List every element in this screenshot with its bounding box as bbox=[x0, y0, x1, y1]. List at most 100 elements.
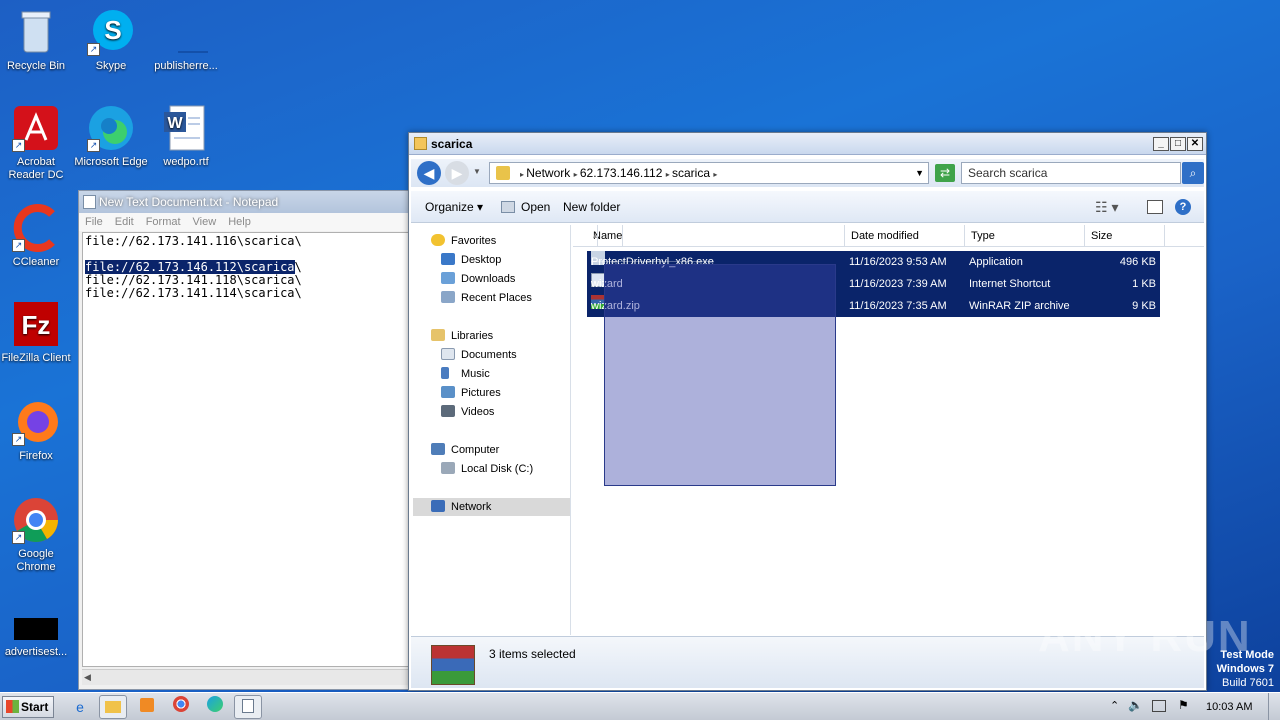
command-bar: Organize ▾ Open New folder ☷ ▾ ? bbox=[411, 191, 1204, 223]
scroll-left-icon[interactable]: ◀ bbox=[84, 672, 91, 683]
nav-documents[interactable]: Documents bbox=[441, 346, 517, 364]
help-icon[interactable]: ? bbox=[1175, 199, 1191, 215]
documents-icon bbox=[441, 348, 455, 360]
taskbar-explorer-icon[interactable] bbox=[99, 695, 127, 719]
winrar-large-icon bbox=[431, 645, 475, 685]
refresh-icon[interactable]: ⇄ bbox=[935, 164, 955, 182]
show-desktop-button[interactable] bbox=[1268, 693, 1280, 720]
notepad-menubar: File Edit Format View Help bbox=[79, 213, 409, 231]
shortcut-arrow-icon: ↗ bbox=[12, 433, 25, 446]
desktop-icon-ccleaner[interactable]: ↗ CCleaner bbox=[0, 204, 74, 269]
desktop-icon-edge[interactable]: ↗ Microsoft Edge bbox=[73, 104, 149, 169]
taskbar-ie-icon[interactable]: e bbox=[66, 695, 94, 719]
filezilla-icon: Fz bbox=[12, 300, 60, 348]
close-button[interactable]: ✕ bbox=[1187, 137, 1203, 151]
edge-icon: ↗ bbox=[87, 104, 135, 152]
pictures-icon bbox=[441, 386, 455, 398]
text-line: file://62.173.141.116\scarica\ bbox=[85, 234, 302, 248]
column-size[interactable]: Size bbox=[1085, 225, 1165, 247]
desktop-icon-firefox[interactable]: ↗ Firefox bbox=[0, 398, 74, 463]
back-button[interactable]: ◀ bbox=[417, 161, 441, 185]
menu-view[interactable]: View bbox=[193, 216, 217, 228]
recent-places-icon bbox=[441, 291, 455, 303]
word-doc-icon: W bbox=[162, 104, 210, 152]
nav-music[interactable]: Music bbox=[441, 365, 490, 383]
nav-network[interactable]: Network bbox=[413, 498, 570, 516]
recycle-bin-icon bbox=[12, 8, 60, 56]
nav-downloads[interactable]: Downloads bbox=[441, 270, 515, 288]
desktop-icon-chrome[interactable]: ↗ Google Chrome bbox=[0, 496, 74, 574]
minimize-button[interactable]: _ bbox=[1153, 137, 1169, 151]
desktop-icon-recycle-bin[interactable]: Recycle Bin bbox=[0, 8, 74, 73]
show-hidden-icons-button[interactable]: ⌃ bbox=[1110, 699, 1119, 712]
nav-libraries[interactable]: Libraries bbox=[431, 327, 493, 345]
explorer-titlebar[interactable]: scarica _ □ ✕ bbox=[409, 133, 1206, 155]
nav-computer[interactable]: Computer bbox=[431, 441, 499, 459]
address-dropdown-icon[interactable]: ▼ bbox=[915, 163, 924, 183]
action-center-flag-icon[interactable]: ⚑ bbox=[1178, 698, 1189, 712]
taskbar-media-player-icon[interactable] bbox=[133, 695, 161, 719]
desktop-icon-wedpo[interactable]: W wedpo.rtf bbox=[148, 104, 224, 169]
explorer-window[interactable]: scarica _ □ ✕ ◀ ▶ ▼ ▸ Network ▸ 62.173.1… bbox=[408, 132, 1207, 691]
nav-videos[interactable]: Videos bbox=[441, 403, 494, 421]
network-tray-icon[interactable] bbox=[1152, 700, 1166, 712]
search-icon[interactable]: ⌕ bbox=[1182, 162, 1204, 184]
breadcrumb-scarica[interactable]: scarica bbox=[672, 166, 710, 180]
menu-edit[interactable]: Edit bbox=[115, 216, 134, 228]
desktop-icon-publisherre[interactable]: publisherre... bbox=[148, 8, 224, 73]
nav-desktop[interactable]: Desktop bbox=[441, 251, 501, 269]
taskbar-chrome-icon[interactable] bbox=[167, 695, 195, 719]
search-input[interactable]: Search scarica ⌕ bbox=[961, 162, 1204, 184]
desktop-icon-acrobat[interactable]: ↗ Acrobat Reader DC bbox=[0, 104, 74, 182]
menu-format[interactable]: Format bbox=[146, 216, 181, 228]
firefox-icon: ↗ bbox=[12, 398, 60, 446]
test-mode-text: Test Mode Windows 7 Build 7601 bbox=[1216, 649, 1274, 689]
horizontal-scrollbar[interactable]: ◀ bbox=[82, 669, 409, 685]
address-bar: ◀ ▶ ▼ ▸ Network ▸ 62.173.146.112 ▸ scari… bbox=[411, 159, 1204, 187]
nav-local-disk[interactable]: Local Disk (C:) bbox=[441, 460, 533, 478]
column-date-modified[interactable]: Date modified bbox=[845, 225, 965, 247]
desktop-icon-skype[interactable]: S ↗ Skype bbox=[73, 8, 149, 73]
desktop-icon-advertisest[interactable]: advertisest... bbox=[0, 616, 74, 659]
maximize-button[interactable]: □ bbox=[1170, 137, 1186, 151]
desktop-icon bbox=[441, 253, 455, 265]
navigation-pane: Favorites Desktop Downloads Recent Place… bbox=[413, 225, 571, 635]
network-icon bbox=[496, 166, 510, 180]
open-button[interactable]: Open bbox=[521, 191, 550, 223]
notepad-window[interactable]: New Text Document.txt - Notepad File Edit… bbox=[78, 190, 410, 690]
shortcut-arrow-icon: ↗ bbox=[87, 139, 100, 152]
shortcut-arrow-icon: ↗ bbox=[12, 239, 25, 252]
desktop-icon-filezilla[interactable]: Fz FileZilla Client bbox=[0, 300, 74, 365]
preview-pane-icon[interactable] bbox=[1147, 200, 1163, 214]
breadcrumb-network[interactable]: Network bbox=[526, 166, 570, 180]
taskbar: Start e ⌃ 🔈 ⚑ 10:03 AM bbox=[0, 692, 1280, 720]
column-name[interactable]: Name ▴ bbox=[581, 225, 845, 247]
blank-file-icon bbox=[162, 8, 210, 56]
open-icon bbox=[501, 201, 515, 213]
breadcrumb-host[interactable]: 62.173.146.112 bbox=[580, 166, 663, 180]
drive-icon bbox=[441, 462, 455, 474]
taskbar-notepad-icon[interactable] bbox=[234, 695, 262, 719]
view-options-icon[interactable]: ☷ ▾ bbox=[1095, 191, 1118, 223]
skype-icon: S ↗ bbox=[87, 8, 135, 56]
forward-button[interactable]: ▶ bbox=[445, 161, 469, 185]
new-folder-button[interactable]: New folder bbox=[563, 191, 620, 223]
shortcut-arrow-icon: ↗ bbox=[87, 43, 100, 56]
nav-favorites[interactable]: Favorites bbox=[431, 232, 496, 250]
nav-pictures[interactable]: Pictures bbox=[441, 384, 501, 402]
taskbar-edge-icon[interactable] bbox=[201, 695, 229, 719]
notepad-titlebar[interactable]: New Text Document.txt - Notepad bbox=[79, 191, 409, 213]
menu-help[interactable]: Help bbox=[228, 216, 251, 228]
nav-recent-places[interactable]: Recent Places bbox=[441, 289, 532, 307]
menu-file[interactable]: File bbox=[85, 216, 103, 228]
clock[interactable]: 10:03 AM bbox=[1206, 701, 1252, 713]
column-type[interactable]: Type bbox=[965, 225, 1085, 247]
breadcrumb[interactable]: ▸ Network ▸ 62.173.146.112 ▸ scarica ▸ ▼ bbox=[489, 162, 929, 184]
organize-button[interactable]: Organize ▾ bbox=[425, 191, 483, 223]
svg-text:Fz: Fz bbox=[22, 310, 51, 340]
recent-pages-chevron-icon[interactable]: ▼ bbox=[473, 167, 481, 176]
start-button[interactable]: Start bbox=[2, 696, 54, 718]
notepad-text-area[interactable]: file://62.173.141.116\scarica\ file://62… bbox=[82, 232, 409, 667]
status-text: 3 items selected bbox=[489, 647, 576, 661]
volume-icon[interactable]: 🔈 bbox=[1128, 698, 1143, 712]
